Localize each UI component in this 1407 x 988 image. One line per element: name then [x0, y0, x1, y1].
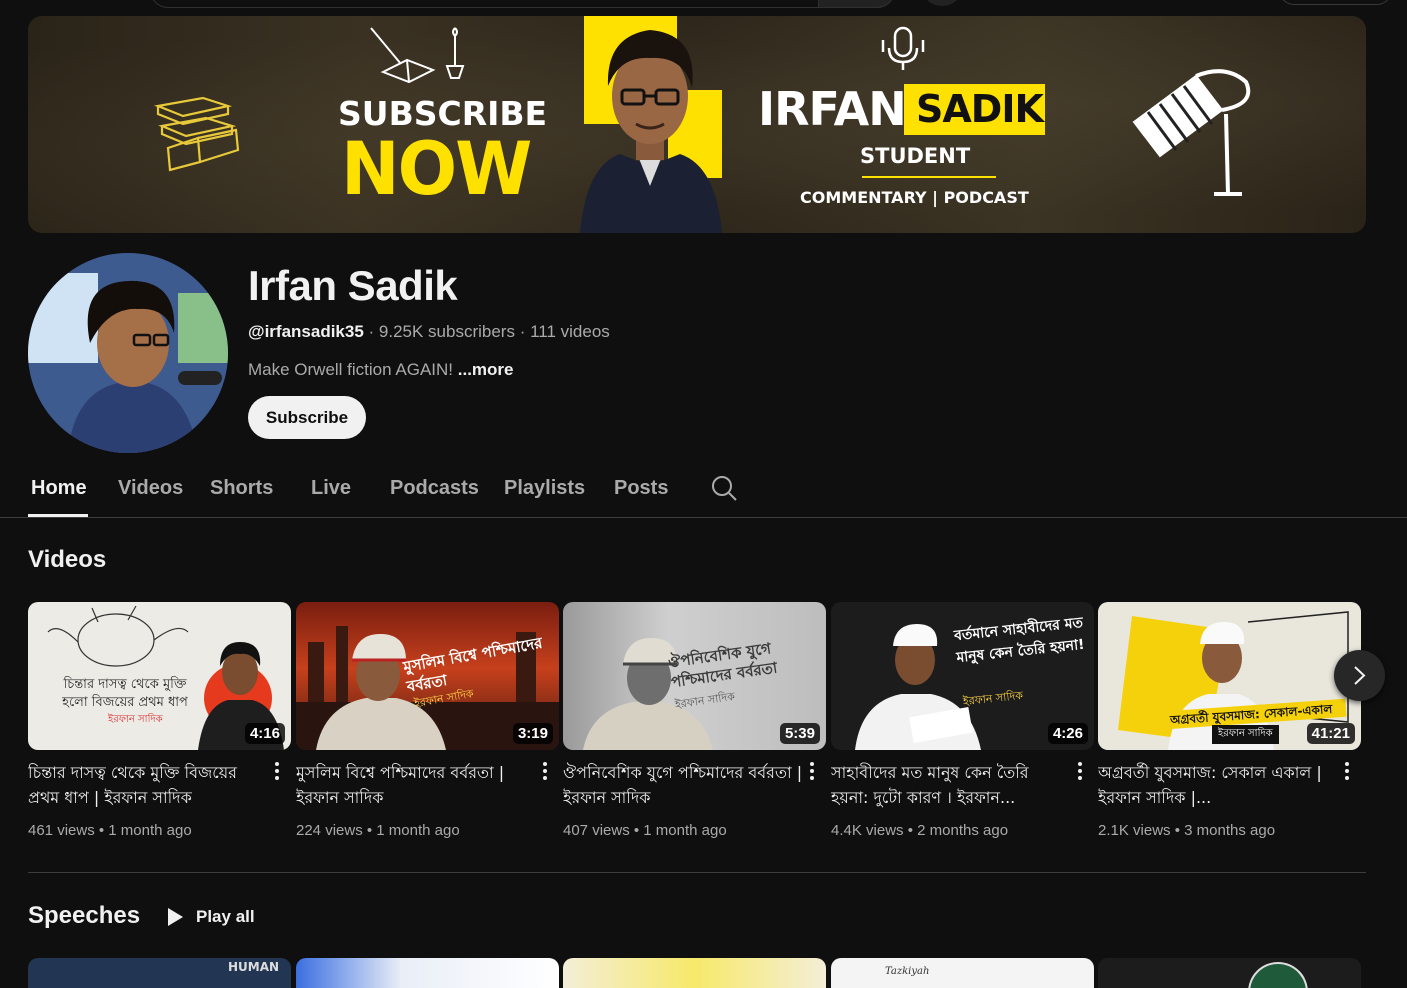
- banner-tagline: COMMENTARY | PODCAST: [800, 188, 1029, 207]
- video-duration: 4:26: [1047, 723, 1088, 744]
- banner-role: STUDENT: [860, 144, 971, 168]
- thumbnail-subtext: ইরফান সাদিক: [108, 714, 163, 725]
- video-title[interactable]: অগ্রবর্তী যুবসমাজ: সেকাল একাল | ইরফান সা…: [1098, 760, 1338, 810]
- meta-separator: ·: [363, 322, 379, 341]
- video-views: 461 views: [28, 822, 95, 839]
- search-icon[interactable]: [710, 474, 738, 502]
- video-views: 4.4K views: [831, 822, 904, 839]
- video-duration: 4:16: [244, 723, 285, 744]
- playlist-thumbnail[interactable]: HUMAN: [28, 958, 291, 988]
- more-vert-icon[interactable]: [1075, 760, 1085, 782]
- masthead-remnant: [0, 0, 1407, 10]
- video-thumbnail[interactable]: চিন্তার দাসত্ব থেকে মুক্তি হলো বিজয়ের প…: [28, 602, 291, 750]
- video-title[interactable]: সাহাবীদের মত মানুষ কেন তৈরি হয়না: দুটো …: [831, 760, 1071, 810]
- description-text: Make Orwell fiction AGAIN!: [248, 360, 454, 379]
- books-icon: [154, 96, 240, 172]
- quill-book-icon: [370, 27, 465, 84]
- channel-meta: @irfansadik35 · 9.25K subscribers · 111 …: [248, 322, 610, 342]
- video-title[interactable]: ঔপনিবেশিক যুগে পশ্চিমাদের বর্বরতা | ইরফা…: [563, 760, 803, 810]
- video-duration: 3:19: [512, 723, 553, 744]
- voice-search-button[interactable]: [922, 0, 962, 6]
- videos-section-title[interactable]: Videos: [28, 546, 106, 574]
- meta-separator: ·: [514, 322, 531, 341]
- thumbnail-text: চিন্তার দাসত্ব থেকে মুক্তি হলো বিজয়ের প…: [62, 677, 188, 710]
- video-count: 111 videos: [530, 322, 610, 341]
- video-meta: 224 views • 1 month ago: [296, 822, 460, 839]
- banner-name-first: IRFAN: [758, 82, 907, 136]
- avatar-image: [28, 253, 228, 453]
- video-card[interactable]: চিন্তার দাসত্ব থেকে মুক্তি হলো বিজয়ের প…: [28, 602, 291, 839]
- playlist-thumbnail[interactable]: [1098, 958, 1361, 988]
- video-meta: 407 views • 1 month ago: [563, 822, 727, 839]
- video-thumbnail[interactable]: ঔপনিবেশিক যুগে পশ্চিমাদের বর্বরতা ইরফান …: [563, 602, 826, 750]
- video-age: 3 months ago: [1184, 822, 1276, 839]
- tab-shorts[interactable]: Shorts: [210, 477, 273, 500]
- playlist-thumbnail[interactable]: [296, 958, 559, 988]
- tab-live[interactable]: Live: [311, 477, 351, 500]
- microphone-icon: [881, 26, 925, 70]
- play-all-label: Play all: [196, 907, 255, 926]
- masthead-search-button[interactable]: [818, 0, 895, 8]
- subscriber-count: 9.25K subscribers: [378, 322, 515, 341]
- channel-name: Irfan Sadik: [248, 262, 458, 309]
- tab-podcasts[interactable]: Podcasts: [390, 477, 479, 500]
- more-vert-icon[interactable]: [1342, 760, 1352, 782]
- section-divider: [28, 872, 1366, 873]
- podcast-mic-icon: [1132, 69, 1251, 196]
- thumbnail-subtext: ইরফান সাদিক: [1212, 725, 1279, 744]
- more-vert-icon[interactable]: [272, 760, 282, 782]
- video-title[interactable]: চিন্তার দাসত্ব থেকে মুক্তি বিজয়ের প্রথম…: [28, 760, 268, 810]
- video-views: 407 views: [563, 822, 630, 839]
- video-age: 2 months ago: [917, 822, 1009, 839]
- video-views: 2.1K views: [1098, 822, 1171, 839]
- video-duration: 41:21: [1306, 723, 1355, 744]
- play-all-button[interactable]: Play all: [166, 903, 255, 931]
- channel-banner: SUBSCRIBE NOW IRFAN SADIK STUDENT COMMEN…: [28, 16, 1366, 233]
- video-views: 224 views: [296, 822, 363, 839]
- video-age: 1 month ago: [376, 822, 460, 839]
- thumbnail-text: Tazkiyah: [885, 966, 930, 977]
- video-card[interactable]: ঔপনিবেশিক যুগে পশ্চিমাদের বর্বরতা ইরফান …: [563, 602, 826, 839]
- chevron-right-icon: [1354, 666, 1366, 685]
- thumbnail-text: HUMAN: [228, 960, 280, 974]
- thumbnail-art: [1248, 962, 1308, 988]
- channel-avatar[interactable]: [28, 253, 228, 453]
- video-meta: 2.1K views • 3 months ago: [1098, 822, 1276, 839]
- account-pill[interactable]: [1278, 0, 1393, 5]
- more-vert-icon[interactable]: [807, 760, 817, 782]
- tab-videos[interactable]: Videos: [118, 477, 183, 500]
- tab-home[interactable]: Home: [31, 477, 87, 500]
- playlist-thumbnail[interactable]: [563, 958, 826, 988]
- carousel-next-button[interactable]: [1334, 650, 1385, 701]
- video-thumbnail[interactable]: বর্তমানে সাহাবীদের মত মানুষ কেন তৈরি হয়…: [831, 602, 1094, 750]
- channel-handle[interactable]: @irfansadik35: [248, 322, 364, 341]
- banner-underline: [862, 176, 996, 178]
- video-card[interactable]: বর্তমানে সাহাবীদের মত মানুষ কেন তৈরি হয়…: [831, 602, 1094, 839]
- banner-name-last: SADIK: [916, 87, 1044, 131]
- channel-tabs: Home Videos Shorts Live Podcasts Playlis…: [0, 460, 1407, 518]
- video-thumbnail[interactable]: অগ্রবর্তী যুবসমাজ: সেকাল-একাল ইরফান সাদি…: [1098, 602, 1361, 750]
- masthead-search-input[interactable]: [150, 0, 895, 8]
- video-duration: 5:39: [779, 723, 820, 744]
- banner-now-text: NOW: [341, 125, 532, 213]
- video-age: 1 month ago: [643, 822, 727, 839]
- tab-posts[interactable]: Posts: [614, 477, 668, 500]
- playlist-thumbnail[interactable]: Tazkiyah: [831, 958, 1094, 988]
- speeches-section-title[interactable]: Speeches: [28, 902, 140, 930]
- video-card[interactable]: মুসলিম বিশ্বে পশ্চিমাদের বর্বরতা ইরফান স…: [296, 602, 559, 839]
- subscribe-button[interactable]: Subscribe: [248, 396, 366, 439]
- active-tab-indicator: [28, 514, 88, 517]
- video-thumbnail[interactable]: মুসলিম বিশ্বে পশ্চিমাদের বর্বরতা ইরফান স…: [296, 602, 559, 750]
- banner-portrait: [580, 30, 722, 233]
- video-card[interactable]: অগ্রবর্তী যুবসমাজ: সেকাল-একাল ইরফান সাদি…: [1098, 602, 1361, 839]
- video-age: 1 month ago: [108, 822, 192, 839]
- more-link[interactable]: ...more: [458, 360, 514, 379]
- video-meta: 461 views • 1 month ago: [28, 822, 192, 839]
- video-meta: 4.4K views • 2 months ago: [831, 822, 1009, 839]
- more-vert-icon[interactable]: [540, 760, 550, 782]
- channel-description[interactable]: Make Orwell fiction AGAIN! ...more: [248, 360, 514, 380]
- tab-playlists[interactable]: Playlists: [504, 477, 585, 500]
- play-icon: [168, 908, 183, 926]
- video-title[interactable]: মুসলিম বিশ্বে পশ্চিমাদের বর্বরতা | ইরফান…: [296, 760, 536, 810]
